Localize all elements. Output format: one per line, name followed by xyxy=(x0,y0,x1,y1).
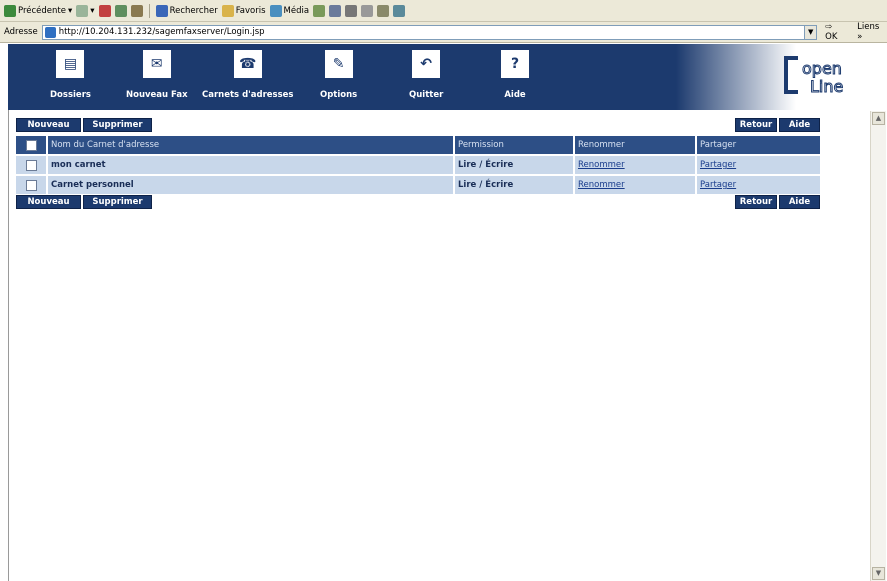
search-icon xyxy=(155,4,168,17)
delete-button-bottom[interactable]: Supprimer xyxy=(83,195,152,209)
header-name[interactable]: Nom du Carnet d'adresse xyxy=(48,136,455,154)
help-button-top[interactable]: Aide xyxy=(779,118,820,132)
back-arrow-icon xyxy=(4,4,16,17)
back-button[interactable]: Précédente ▾ xyxy=(4,4,72,17)
nav-options[interactable]: ✎ Options xyxy=(320,50,357,100)
toolbar-separator xyxy=(148,3,150,18)
table-header: Nom du Carnet d'adresse Permission Renom… xyxy=(16,136,820,154)
content-border xyxy=(8,110,9,581)
header-rename: Renommer xyxy=(575,136,697,154)
row-select-cell xyxy=(16,156,48,174)
addressbook-name[interactable]: mon carnet xyxy=(48,156,455,174)
nav-label: Quitter xyxy=(409,90,444,100)
phone-icon: ☎ xyxy=(233,50,262,78)
nav-nouveau-fax[interactable]: ✉ Nouveau Fax xyxy=(126,50,188,100)
go-button[interactable]: ⇨ OK xyxy=(825,22,847,42)
scroll-up-button[interactable]: ▲ xyxy=(872,112,885,125)
row-checkbox[interactable] xyxy=(26,159,37,171)
nav-label: Carnets d'adresses xyxy=(202,90,294,100)
go-arrow-icon: ⇨ xyxy=(825,22,833,32)
nav-label: Nouveau Fax xyxy=(126,90,188,100)
page-icon xyxy=(44,26,56,38)
address-input[interactable]: http://10.204.131.232/sagemfaxserver/Log… xyxy=(41,24,806,40)
vertical-scrollbar[interactable]: ▲ ▼ xyxy=(870,111,886,581)
rename-link[interactable]: Renommer xyxy=(575,176,697,194)
media-icon xyxy=(269,4,282,17)
help-icon: ? xyxy=(501,50,529,78)
share-link[interactable]: Partager xyxy=(697,156,820,174)
stop-icon[interactable] xyxy=(98,4,111,17)
address-bar: Adresse http://10.204.131.232/sagemfaxse… xyxy=(0,22,887,43)
addressbook-table: Nom du Carnet d'adresse Permission Renom… xyxy=(16,136,820,194)
nav-quitter[interactable]: ↶ Quitter xyxy=(409,50,443,100)
addressbook-name[interactable]: Carnet personnel xyxy=(48,176,455,194)
media-button[interactable]: Média xyxy=(269,4,310,17)
favorites-label: Favoris xyxy=(235,5,266,16)
media-label: Média xyxy=(283,5,310,16)
history-icon[interactable] xyxy=(313,4,326,17)
new-button-bottom[interactable]: Nouveau xyxy=(16,195,81,209)
new-button-top[interactable]: Nouveau xyxy=(16,118,81,132)
favorites-button[interactable]: Favoris xyxy=(221,4,266,17)
nav-label: Options xyxy=(320,90,358,100)
favorites-icon xyxy=(221,4,234,17)
logo-open: open xyxy=(802,59,842,78)
nav-carnets-adresses[interactable]: ☎ Carnets d'adresses xyxy=(202,50,293,100)
back-button-top[interactable]: Retour xyxy=(735,118,777,132)
forward-button[interactable]: ▾ xyxy=(76,4,95,17)
exit-icon: ↶ xyxy=(412,50,441,78)
header-permission: Permission xyxy=(455,136,575,154)
address-url: http://10.204.131.232/sagemfaxserver/Log… xyxy=(58,27,265,37)
select-all-checkbox[interactable] xyxy=(26,139,37,151)
refresh-icon[interactable] xyxy=(114,4,127,17)
go-label: OK xyxy=(825,32,838,42)
wrench-icon: ✎ xyxy=(324,50,353,78)
header-share: Partager xyxy=(697,136,820,154)
scroll-down-button[interactable]: ▼ xyxy=(872,567,885,580)
back-button-bottom[interactable]: Retour xyxy=(735,195,777,209)
header-select-cell xyxy=(16,136,48,154)
mail-icon[interactable] xyxy=(329,4,342,17)
folder-icon: ▤ xyxy=(56,50,85,78)
table-row: Carnet personnel Lire / Écrire Renommer … xyxy=(16,176,820,194)
print-icon[interactable] xyxy=(345,4,358,17)
nav-label: Dossiers xyxy=(50,90,91,100)
row-select-cell xyxy=(16,176,48,194)
browser-toolbar: Précédente ▾ ▾ Rechercher Favoris Média xyxy=(0,0,887,22)
openline-logo: open Line xyxy=(784,56,844,97)
search-button[interactable]: Rechercher xyxy=(155,4,218,17)
nav-aide[interactable]: ? Aide xyxy=(501,50,529,100)
links-label: Liens xyxy=(857,22,880,32)
discuss-icon[interactable] xyxy=(377,4,390,17)
permission-value: Lire / Écrire xyxy=(455,156,575,174)
share-link[interactable]: Partager xyxy=(697,176,820,194)
app-header: ▤ Dossiers ✉ Nouveau Fax ☎ Carnets d'adr… xyxy=(8,44,876,110)
messenger-icon[interactable] xyxy=(393,4,406,17)
links-button[interactable]: Liens » xyxy=(857,22,887,42)
nav-dossiers[interactable]: ▤ Dossiers xyxy=(50,50,91,100)
address-label: Adresse xyxy=(4,27,38,37)
back-label: Précédente xyxy=(18,5,66,16)
edit-icon[interactable] xyxy=(361,4,374,17)
nav-label: Aide xyxy=(504,90,526,100)
rename-link[interactable]: Renommer xyxy=(575,156,697,174)
home-icon[interactable] xyxy=(130,4,143,17)
help-button-bottom[interactable]: Aide xyxy=(779,195,820,209)
delete-button-top[interactable]: Supprimer xyxy=(83,118,152,132)
search-label: Rechercher xyxy=(169,5,218,16)
address-dropdown[interactable]: ▼ xyxy=(805,24,818,40)
row-checkbox[interactable] xyxy=(26,179,37,191)
permission-value: Lire / Écrire xyxy=(455,176,575,194)
logo-line: Line xyxy=(810,77,843,96)
table-row: mon carnet Lire / Écrire Renommer Partag… xyxy=(16,156,820,174)
fax-icon: ✉ xyxy=(142,50,171,78)
forward-arrow-icon xyxy=(76,4,89,17)
